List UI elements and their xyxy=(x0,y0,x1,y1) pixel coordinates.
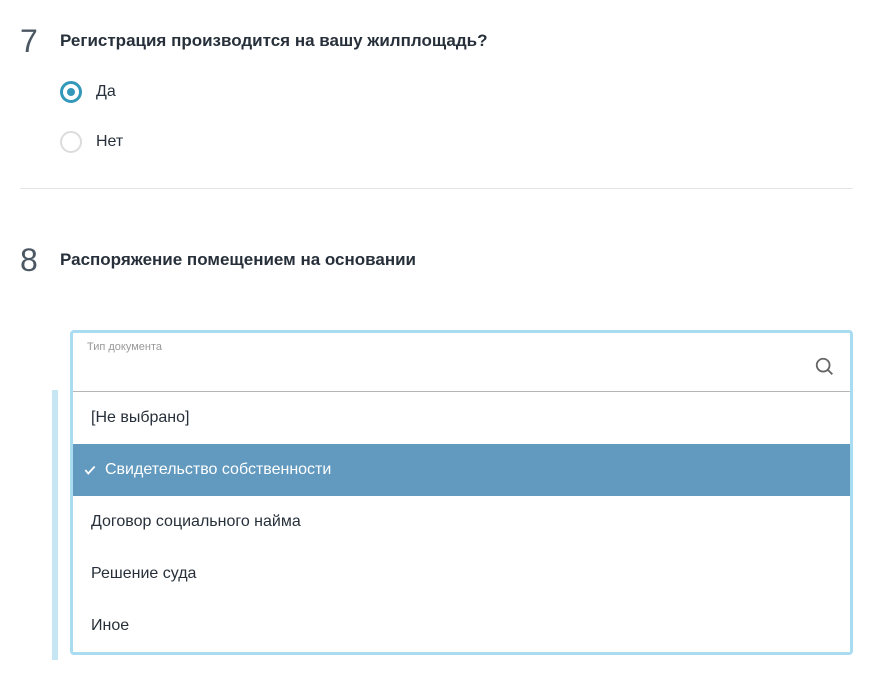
radio-label-yes: Да xyxy=(96,83,116,101)
select-label: Тип документа xyxy=(87,341,836,353)
question-7-title: Регистрация производится на вашу жилплощ… xyxy=(60,31,853,51)
dropdown-item-other[interactable]: Иное xyxy=(73,600,850,652)
dropdown-list: [Не выбрано] Свидетельство собственности… xyxy=(73,392,850,652)
radio-option-no[interactable]: Нет xyxy=(60,131,853,153)
question-7-content: Регистрация производится на вашу жилплощ… xyxy=(60,25,853,153)
radio-label-no: Нет xyxy=(96,133,123,151)
check-icon xyxy=(83,463,97,477)
dropdown-item-court[interactable]: Решение суда xyxy=(73,548,850,600)
document-search-input[interactable] xyxy=(87,355,814,383)
dropdown-item-none[interactable]: [Не выбрано] xyxy=(73,392,850,444)
question-8-content: Распоряжение помещением на основании xyxy=(60,244,853,300)
dropdown-item-label: Решение суда xyxy=(91,565,196,583)
dropdown-item-label: Договор социального найма xyxy=(91,513,301,531)
radio-group-q7: Да Нет xyxy=(60,81,853,153)
dropdown-item-label: [Не выбрано] xyxy=(91,409,189,427)
select-header: Тип документа xyxy=(73,333,850,355)
document-type-select-container: Тип документа [Не выбрано] Св xyxy=(70,330,853,655)
radio-circle-icon xyxy=(60,81,82,103)
dropdown-item-certificate[interactable]: Свидетельство собственности xyxy=(73,444,850,496)
radio-dot-icon xyxy=(67,88,75,96)
radio-circle-icon xyxy=(60,131,82,153)
select-input-row xyxy=(73,355,850,392)
dropdown-item-contract[interactable]: Договор социального найма xyxy=(73,496,850,548)
dropdown-item-label: Свидетельство собственности xyxy=(105,461,331,479)
question-8: 8 Распоряжение помещением на основании xyxy=(20,244,853,300)
dropdown-item-label: Иное xyxy=(91,617,129,635)
accent-border xyxy=(52,390,58,660)
question-number-7: 7 xyxy=(20,25,60,57)
section-divider xyxy=(20,188,853,189)
radio-option-yes[interactable]: Да xyxy=(60,81,853,103)
question-7: 7 Регистрация производится на вашу жилпл… xyxy=(20,25,853,153)
document-type-select[interactable]: Тип документа [Не выбрано] Св xyxy=(70,330,853,655)
question-number-8: 8 xyxy=(20,244,60,276)
search-icon[interactable] xyxy=(814,356,836,383)
question-8-title: Распоряжение помещением на основании xyxy=(60,250,853,270)
